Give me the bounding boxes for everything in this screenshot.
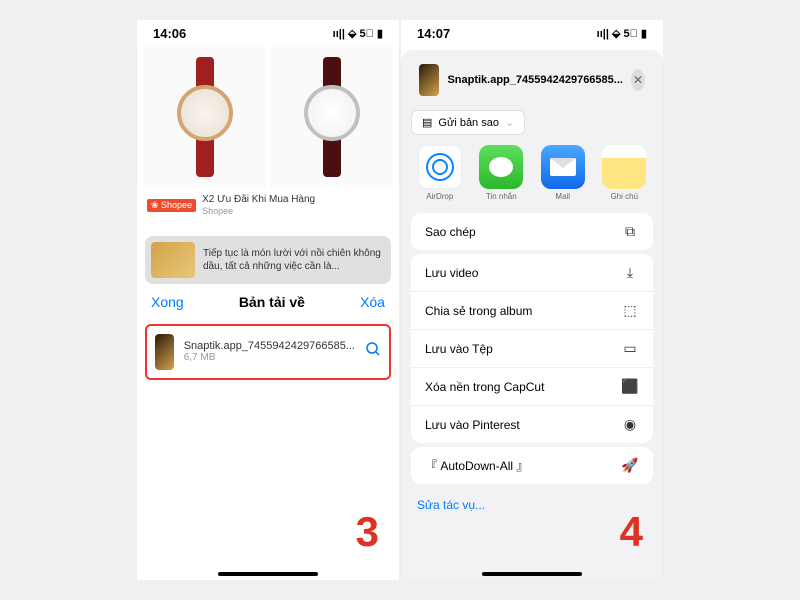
folder-icon: ▭ xyxy=(621,340,639,357)
download-thumb-icon xyxy=(155,334,174,370)
status-indicators: ıı|| ⬙ 5⃞ ▮ xyxy=(597,27,647,40)
airdrop-button[interactable]: AirDrop xyxy=(418,145,462,201)
action-save-files[interactable]: Lưu vào Tệp ▭ xyxy=(411,330,653,368)
messages-button[interactable]: Tin nhắn xyxy=(479,145,523,201)
step-number: 4 xyxy=(620,508,643,556)
phone-screen-4: 14:07 ıı|| ⬙ 5⃞ ▮ Snaptik.app_7455942429… xyxy=(400,20,664,580)
send-copy-label: Gửi bản sao xyxy=(438,117,499,129)
status-bar: 14:06 ıı|| ⬙ 5⃞ ▮ xyxy=(137,20,399,47)
news-thumb-icon xyxy=(151,242,195,278)
status-time: 14:06 xyxy=(153,26,186,41)
album-icon: ⬚ xyxy=(621,302,639,319)
action-capcut[interactable]: Xóa nền trong CapCut ⬛ xyxy=(411,368,653,406)
action-save-video[interactable]: Lưu video ⤓ xyxy=(411,254,653,292)
mail-button[interactable]: Mail xyxy=(541,145,585,201)
news-text: Tiếp tục là món lười với nồi chiên không… xyxy=(203,247,385,273)
downloads-header: Xong Bản tải về Xóa xyxy=(137,284,399,320)
done-button[interactable]: Xong xyxy=(151,294,184,310)
downloads-title: Bản tải về xyxy=(239,294,305,310)
rocket-icon: 🚀 xyxy=(621,457,639,474)
shopee-badge-icon: ❀ Shopee xyxy=(147,199,196,212)
product-title: X2 Ưu Đãi Khi Mua Hàng xyxy=(202,193,315,206)
home-indicator[interactable] xyxy=(218,572,318,576)
messages-icon xyxy=(479,145,523,189)
action-copy[interactable]: Sao chép ⧉ xyxy=(411,213,653,250)
status-bar: 14:07 ıı|| ⬙ 5⃞ ▮ xyxy=(401,20,663,47)
product-watch-dark[interactable] xyxy=(270,47,393,187)
product-row xyxy=(137,47,399,187)
download-filename: Snaptik.app_7455942429766585... xyxy=(184,340,355,352)
step-number: 3 xyxy=(356,508,379,556)
download-item[interactable]: Snaptik.app_7455942429766585... 6,7 MB xyxy=(145,324,391,380)
capcut-icon: ⬛ xyxy=(621,378,639,395)
status-time: 14:07 xyxy=(417,26,450,41)
mail-icon xyxy=(541,145,585,189)
download-icon: ⤓ xyxy=(621,264,639,281)
share-header: Snaptik.app_7455942429766585... ✕ xyxy=(411,56,653,104)
download-filesize: 6,7 MB xyxy=(184,352,355,363)
file-icon: ▤ xyxy=(422,116,432,129)
app-row: AirDrop Tin nhắn Mail Ghi chú xyxy=(401,135,663,209)
share-filename: Snaptik.app_7455942429766585... xyxy=(447,74,623,86)
action-group-shortcut: 『 AutoDown-All 』 🚀 xyxy=(411,447,653,484)
share-sheet: Snaptik.app_7455942429766585... ✕ ▤ Gửi … xyxy=(401,50,663,580)
pinterest-icon: ◉ xyxy=(621,416,639,433)
status-indicators: ıı|| ⬙ 5⃞ ▮ xyxy=(333,27,383,40)
copy-icon: ⧉ xyxy=(621,223,639,240)
action-share-album[interactable]: Chia sẻ trong album ⬚ xyxy=(411,292,653,330)
product-subtitle: Shopee xyxy=(202,206,315,218)
product-watch-red[interactable] xyxy=(143,47,266,187)
product-info[interactable]: ❀ Shopee X2 Ưu Đãi Khi Mua Hàng Shopee xyxy=(137,187,399,224)
notes-button[interactable]: Ghi chú xyxy=(602,145,646,201)
close-button[interactable]: ✕ xyxy=(631,69,645,91)
delete-button[interactable]: Xóa xyxy=(360,294,385,310)
share-thumb-icon xyxy=(419,64,439,96)
send-copy-dropdown[interactable]: ▤ Gửi bản sao ⌄ xyxy=(411,110,525,135)
action-autodown[interactable]: 『 AutoDown-All 』 🚀 xyxy=(411,447,653,484)
action-group-main: Lưu video ⤓ Chia sẻ trong album ⬚ Lưu và… xyxy=(411,254,653,443)
notes-icon xyxy=(602,145,646,189)
chevron-icon: ⌄ xyxy=(505,116,514,129)
airdrop-icon xyxy=(418,145,462,189)
home-indicator[interactable] xyxy=(482,572,582,576)
action-group-copy: Sao chép ⧉ xyxy=(411,213,653,250)
action-pinterest[interactable]: Lưu vào Pinterest ◉ xyxy=(411,406,653,443)
search-icon[interactable] xyxy=(365,341,381,362)
news-card[interactable]: Tiếp tục là món lười với nồi chiên không… xyxy=(145,236,391,284)
phone-screen-3: 14:06 ıı|| ⬙ 5⃞ ▮ ❀ Shopee X2 Ưu Đãi Khi… xyxy=(136,20,400,580)
